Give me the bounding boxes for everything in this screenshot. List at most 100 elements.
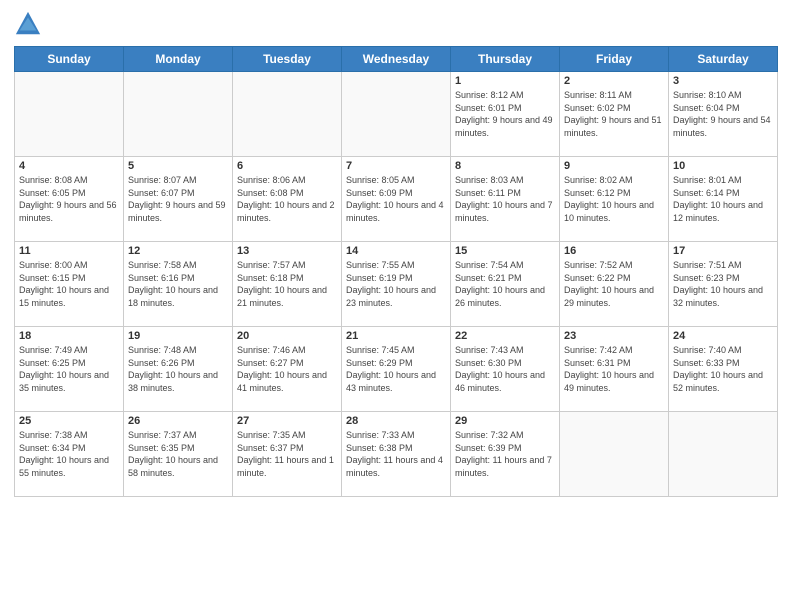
week-row-0: 1 Sunrise: 8:12 AM Sunset: 6:01 PM Daylig…	[15, 72, 778, 157]
day-cell: 11 Sunrise: 8:00 AM Sunset: 6:15 PM Dayli…	[15, 242, 124, 327]
day-number: 23	[564, 330, 664, 342]
logo-icon	[14, 10, 42, 38]
day-cell: 18Sunrise: 7:49 AM Sunset: 6:25 PM Dayli…	[15, 327, 124, 412]
day-info: Sunrise: 7:43 AM Sunset: 6:30 PM Dayligh…	[455, 344, 555, 394]
day-number: 20	[237, 330, 337, 342]
header-cell-thursday: Thursday	[451, 47, 560, 72]
day-number: 15	[455, 245, 555, 257]
day-info: Sunrise: 8:12 AM Sunset: 6:01 PM Dayligh…	[455, 89, 555, 139]
header-cell-friday: Friday	[560, 47, 669, 72]
day-number: 5	[128, 160, 228, 172]
day-cell: 4 Sunrise: 8:08 AM Sunset: 6:05 PM Daylig…	[15, 157, 124, 242]
day-info: Sunrise: 8:05 AM Sunset: 6:09 PM Dayligh…	[346, 174, 446, 224]
day-info: Sunrise: 7:55 AM Sunset: 6:19 PM Dayligh…	[346, 259, 446, 309]
day-info: Sunrise: 8:03 AM Sunset: 6:11 PM Dayligh…	[455, 174, 555, 224]
day-info: Sunrise: 7:45 AM Sunset: 6:29 PM Dayligh…	[346, 344, 446, 394]
header-row: SundayMondayTuesdayWednesdayThursdayFrid…	[15, 47, 778, 72]
day-cell: 10 Sunrise: 8:01 AM Sunset: 6:14 PM Dayli…	[669, 157, 778, 242]
day-info: Sunrise: 7:38 AM Sunset: 6:34 PM Dayligh…	[19, 429, 119, 479]
day-number: 14	[346, 245, 446, 257]
day-number: 2	[564, 75, 664, 87]
day-number: 4	[19, 160, 119, 172]
day-info: Sunrise: 8:00 AM Sunset: 6:15 PM Dayligh…	[19, 259, 119, 309]
day-number: 1	[455, 75, 555, 87]
header-cell-monday: Monday	[124, 47, 233, 72]
day-cell: 6 Sunrise: 8:06 AM Sunset: 6:08 PM Daylig…	[233, 157, 342, 242]
day-number: 29	[455, 415, 555, 427]
day-number: 10	[673, 160, 773, 172]
day-cell: 7 Sunrise: 8:05 AM Sunset: 6:09 PM Daylig…	[342, 157, 451, 242]
day-info: Sunrise: 7:51 AM Sunset: 6:23 PM Dayligh…	[673, 259, 773, 309]
header	[14, 10, 778, 38]
day-number: 28	[346, 415, 446, 427]
day-cell: 9 Sunrise: 8:02 AM Sunset: 6:12 PM Daylig…	[560, 157, 669, 242]
day-cell: 13Sunrise: 7:57 AM Sunset: 6:18 PM Dayli…	[233, 242, 342, 327]
day-cell: 24 Sunrise: 7:40 AM Sunset: 6:33 PM Dayli…	[669, 327, 778, 412]
day-cell: 25 Sunrise: 7:38 AM Sunset: 6:34 PM Dayli…	[15, 412, 124, 497]
day-info: Sunrise: 7:32 AM Sunset: 6:39 PM Dayligh…	[455, 429, 555, 479]
day-cell: 23 Sunrise: 7:42 AM Sunset: 6:31 PM Dayli…	[560, 327, 669, 412]
day-info: Sunrise: 8:10 AM Sunset: 6:04 PM Dayligh…	[673, 89, 773, 139]
day-cell: 17 Sunrise: 7:51 AM Sunset: 6:23 PM Dayli…	[669, 242, 778, 327]
day-number: 17	[673, 245, 773, 257]
day-number: 6	[237, 160, 337, 172]
header-cell-wednesday: Wednesday	[342, 47, 451, 72]
week-row-3: 18Sunrise: 7:49 AM Sunset: 6:25 PM Dayli…	[15, 327, 778, 412]
day-info: Sunrise: 8:01 AM Sunset: 6:14 PM Dayligh…	[673, 174, 773, 224]
day-cell: 8 Sunrise: 8:03 AM Sunset: 6:11 PM Daylig…	[451, 157, 560, 242]
day-info: Sunrise: 8:06 AM Sunset: 6:08 PM Dayligh…	[237, 174, 337, 224]
day-number: 8	[455, 160, 555, 172]
day-cell	[669, 412, 778, 497]
day-cell	[15, 72, 124, 157]
day-cell: 28Sunrise: 7:33 AM Sunset: 6:38 PM Dayli…	[342, 412, 451, 497]
logo	[14, 10, 46, 38]
day-cell: 20 Sunrise: 7:46 AM Sunset: 6:27 PM Dayli…	[233, 327, 342, 412]
day-number: 19	[128, 330, 228, 342]
day-cell: 12 Sunrise: 7:58 AM Sunset: 6:16 PM Dayli…	[124, 242, 233, 327]
header-cell-saturday: Saturday	[669, 47, 778, 72]
day-number: 24	[673, 330, 773, 342]
day-number: 12	[128, 245, 228, 257]
day-info: Sunrise: 8:02 AM Sunset: 6:12 PM Dayligh…	[564, 174, 664, 224]
day-info: Sunrise: 7:48 AM Sunset: 6:26 PM Dayligh…	[128, 344, 228, 394]
day-number: 3	[673, 75, 773, 87]
day-cell: 26Sunrise: 7:37 AM Sunset: 6:35 PM Dayli…	[124, 412, 233, 497]
day-info: Sunrise: 8:07 AM Sunset: 6:07 PM Dayligh…	[128, 174, 228, 224]
day-info: Sunrise: 8:08 AM Sunset: 6:05 PM Dayligh…	[19, 174, 119, 224]
day-info: Sunrise: 7:58 AM Sunset: 6:16 PM Dayligh…	[128, 259, 228, 309]
day-info: Sunrise: 7:42 AM Sunset: 6:31 PM Dayligh…	[564, 344, 664, 394]
day-number: 11	[19, 245, 119, 257]
header-cell-tuesday: Tuesday	[233, 47, 342, 72]
day-cell: 27 Sunrise: 7:35 AM Sunset: 6:37 PM Dayli…	[233, 412, 342, 497]
day-info: Sunrise: 7:35 AM Sunset: 6:37 PM Dayligh…	[237, 429, 337, 479]
day-cell: 16 Sunrise: 7:52 AM Sunset: 6:22 PM Dayli…	[560, 242, 669, 327]
day-info: Sunrise: 7:40 AM Sunset: 6:33 PM Dayligh…	[673, 344, 773, 394]
day-cell: 14 Sunrise: 7:55 AM Sunset: 6:19 PM Dayli…	[342, 242, 451, 327]
day-cell: 5 Sunrise: 8:07 AM Sunset: 6:07 PM Daylig…	[124, 157, 233, 242]
day-cell	[560, 412, 669, 497]
day-cell: 15 Sunrise: 7:54 AM Sunset: 6:21 PM Dayli…	[451, 242, 560, 327]
day-number: 7	[346, 160, 446, 172]
week-row-4: 25 Sunrise: 7:38 AM Sunset: 6:34 PM Dayli…	[15, 412, 778, 497]
day-info: Sunrise: 7:46 AM Sunset: 6:27 PM Dayligh…	[237, 344, 337, 394]
day-info: Sunrise: 7:57 AM Sunset: 6:18 PM Dayligh…	[237, 259, 337, 309]
page: SundayMondayTuesdayWednesdayThursdayFrid…	[0, 0, 792, 612]
day-cell: 1 Sunrise: 8:12 AM Sunset: 6:01 PM Daylig…	[451, 72, 560, 157]
week-row-2: 11 Sunrise: 8:00 AM Sunset: 6:15 PM Dayli…	[15, 242, 778, 327]
day-cell: 22 Sunrise: 7:43 AM Sunset: 6:30 PM Dayli…	[451, 327, 560, 412]
day-number: 27	[237, 415, 337, 427]
day-info: Sunrise: 7:37 AM Sunset: 6:35 PM Dayligh…	[128, 429, 228, 479]
day-number: 25	[19, 415, 119, 427]
header-cell-sunday: Sunday	[15, 47, 124, 72]
day-cell: 3 Sunrise: 8:10 AM Sunset: 6:04 PM Daylig…	[669, 72, 778, 157]
day-number: 16	[564, 245, 664, 257]
day-cell: 19 Sunrise: 7:48 AM Sunset: 6:26 PM Dayli…	[124, 327, 233, 412]
calendar-table: SundayMondayTuesdayWednesdayThursdayFrid…	[14, 46, 778, 497]
day-cell: 21 Sunrise: 7:45 AM Sunset: 6:29 PM Dayli…	[342, 327, 451, 412]
day-cell: 29 Sunrise: 7:32 AM Sunset: 6:39 PM Dayli…	[451, 412, 560, 497]
day-number: 9	[564, 160, 664, 172]
day-info: Sunrise: 7:54 AM Sunset: 6:21 PM Dayligh…	[455, 259, 555, 309]
day-number: 22	[455, 330, 555, 342]
day-info: Sunrise: 7:52 AM Sunset: 6:22 PM Dayligh…	[564, 259, 664, 309]
day-number: 21	[346, 330, 446, 342]
